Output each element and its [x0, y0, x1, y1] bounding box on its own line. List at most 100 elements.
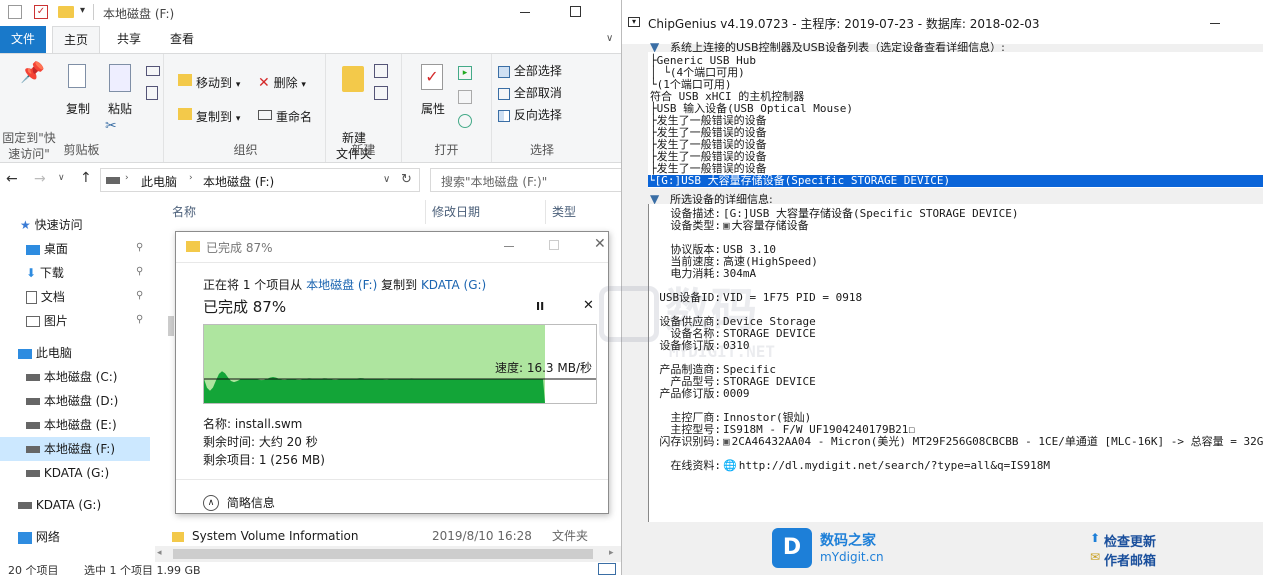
select-none-button[interactable]: 全部取消 — [498, 84, 562, 101]
properties-button[interactable]: ✓ 属性 — [416, 64, 450, 117]
breadcrumb-this-pc[interactable]: 此电脑 — [141, 173, 177, 190]
folder-icon — [172, 531, 184, 542]
invert-selection-button[interactable]: 反向选择 — [498, 106, 562, 123]
history-icon[interactable] — [458, 114, 472, 128]
copy-to-button[interactable]: 复制到 ▾ — [178, 108, 240, 125]
new-folder-icon — [342, 66, 364, 92]
paste-shortcut-icon[interactable] — [146, 86, 158, 100]
pin-icon[interactable]: ⚲ — [136, 290, 143, 301]
nav-drive-f[interactable]: 本地磁盘 (F:) — [0, 437, 150, 461]
minimize-icon[interactable] — [520, 12, 530, 13]
search-input[interactable]: 搜索"本地磁盘 (F:)" — [430, 168, 621, 192]
progress-heading: 已完成 87% — [203, 298, 287, 316]
network-icon — [18, 531, 32, 544]
maximize-icon[interactable] — [570, 6, 581, 17]
nav-network[interactable]: 网络 — [18, 525, 168, 549]
refresh-icon[interactable]: ↻ — [401, 172, 412, 187]
up-arrow-icon[interactable]: ↑ — [80, 170, 92, 186]
mydigit-logo-text[interactable]: 数码之家 — [820, 530, 876, 550]
file-type: 文件夹 — [552, 529, 589, 543]
nav-drive-d[interactable]: 本地磁盘 (D:) — [26, 389, 176, 413]
documents-icon — [26, 291, 37, 304]
details-view-icon[interactable] — [598, 563, 616, 575]
forward-arrow-icon[interactable]: → — [34, 171, 46, 187]
nav-desktop[interactable]: 桌面 — [26, 237, 176, 261]
breadcrumb-drive-f[interactable]: 本地磁盘 (F:) — [203, 173, 274, 190]
column-date[interactable]: 修改日期 — [432, 200, 480, 224]
device-details-panel[interactable]: 数码 MYDIGIT.NET 设备描述: [G:]USB 大容量存储设备(Spec… — [599, 204, 1263, 522]
pin-icon[interactable]: ⚲ — [136, 242, 143, 253]
nav-kdata-g-root[interactable]: KDATA (G:) — [18, 493, 168, 517]
cut-icon[interactable]: ✂ — [105, 118, 117, 134]
delete-button[interactable]: ✕ 删除 ▾ — [258, 74, 306, 91]
mydigit-url[interactable]: mYdigit.cn — [820, 550, 884, 564]
nav-documents[interactable]: 文档 — [26, 285, 176, 309]
storage-icon: ▣ — [723, 219, 730, 232]
address-dropdown-icon[interactable]: ∨ — [383, 174, 390, 185]
scroll-right-icon[interactable]: ▸ — [609, 548, 614, 558]
recent-dropdown-icon[interactable]: ∨ — [58, 173, 65, 183]
easy-access-icon[interactable] — [374, 86, 388, 100]
detail-value: 0310 — [723, 339, 750, 352]
detail-value[interactable]: http://dl.mydigit.net/search/?type=all&q… — [739, 459, 1050, 472]
nav-this-pc[interactable]: 此电脑 — [18, 341, 168, 365]
collapse-chevron-icon: ∧ — [203, 494, 219, 511]
folder-quick-icon[interactable] — [58, 6, 74, 18]
properties-quick-icon[interactable]: ✓ — [34, 5, 48, 19]
source-link[interactable]: 本地磁盘 (F:) — [306, 278, 377, 292]
nav-kdata-g[interactable]: KDATA (G:) — [26, 461, 176, 485]
edit-icon[interactable] — [458, 90, 472, 104]
tab-file[interactable]: 文件 — [0, 26, 46, 53]
tab-view[interactable]: 查看 — [158, 26, 206, 53]
pause-icon[interactable]: II — [536, 300, 544, 313]
tab-home[interactable]: 主页 — [52, 26, 100, 53]
nav-quick-access[interactable]: ★ 快速访问 — [20, 213, 170, 237]
scrollbar-thumb[interactable] — [173, 549, 593, 559]
tree-item-selected[interactable]: └[G:]USB 大容量存储设备(Specific STORAGE DEVICE… — [648, 175, 1263, 187]
tab-share[interactable]: 共享 — [106, 26, 152, 53]
pin-icon[interactable]: ⚲ — [136, 266, 143, 277]
detail-value: 304mA — [723, 267, 757, 280]
scroll-left-icon[interactable]: ◂ — [157, 548, 162, 558]
move-to-button[interactable]: 移动到 ▾ — [178, 74, 240, 91]
new-folder-button[interactable]: 新建 文件夹 — [332, 66, 376, 178]
column-type[interactable]: 类型 — [552, 200, 576, 224]
copy-path-icon[interactable] — [146, 66, 160, 76]
nav-pictures[interactable]: 图片 — [26, 309, 176, 333]
check-update-link[interactable]: 检查更新 — [1104, 531, 1156, 550]
close-icon[interactable]: ✕ — [594, 236, 606, 252]
new-item-icon[interactable] — [374, 64, 388, 78]
column-name[interactable]: 名称 — [172, 200, 196, 224]
rename-button[interactable]: 重命名 — [258, 108, 312, 125]
dialog-divider — [176, 262, 608, 263]
usb-device-tree[interactable]: ├Generic USB Hub │ └(4个端口可用) └(1个端口可用) 符合 U… — [648, 52, 1263, 188]
paste-button[interactable]: 粘贴 — [104, 64, 136, 117]
table-row[interactable]: System Volume Information 2019/8/10 16:2… — [172, 526, 612, 546]
select-all-button[interactable]: 全部选择 — [498, 62, 562, 79]
author-email-link[interactable]: 作者邮箱 — [1104, 550, 1156, 569]
address-bar[interactable]: › 此电脑 › 本地磁盘 (F:) ∨ ↻ — [100, 168, 420, 192]
cancel-copy-icon[interactable]: ✕ — [583, 298, 594, 313]
nav-drive-e[interactable]: 本地磁盘 (E:) — [26, 413, 176, 437]
pin-quick-access-button[interactable]: 📌 固定到"快 速访问" — [2, 62, 56, 178]
nav-downloads[interactable]: ⬇ 下载 — [26, 261, 176, 285]
minimize-icon[interactable] — [504, 246, 514, 247]
update-arrow-icon: ⬆ — [1090, 531, 1101, 545]
destination-link[interactable]: KDATA (G:) — [421, 278, 486, 292]
less-info-button[interactable]: ∧ 简略信息 — [203, 494, 275, 514]
mydigit-logo-icon[interactable]: D — [772, 528, 812, 568]
ribbon-collapse-icon[interactable]: ∨ — [606, 33, 613, 44]
minimize-icon[interactable] — [1210, 23, 1220, 24]
app-menu-icon[interactable] — [8, 5, 22, 19]
quick-access-dropdown-icon[interactable]: ▾ — [80, 5, 85, 16]
pin-icon[interactable]: ⚲ — [136, 314, 143, 325]
horizontal-scrollbar[interactable]: ◂ ▸ — [155, 546, 621, 562]
open-icon[interactable]: ▸ — [458, 66, 472, 80]
nav-scrollbar-thumb[interactable] — [168, 316, 174, 336]
nav-label: 本地磁盘 (F:) — [43, 442, 116, 456]
nav-drive-c[interactable]: 本地磁盘 (C:) — [26, 365, 176, 389]
copy-button[interactable]: 复制 — [62, 64, 94, 117]
drive-icon — [26, 446, 40, 453]
back-arrow-icon[interactable]: ← — [6, 171, 18, 187]
detail-row: 在线资料: 🌐 http://dl.mydigit.net/search/?type… — [649, 460, 1050, 472]
